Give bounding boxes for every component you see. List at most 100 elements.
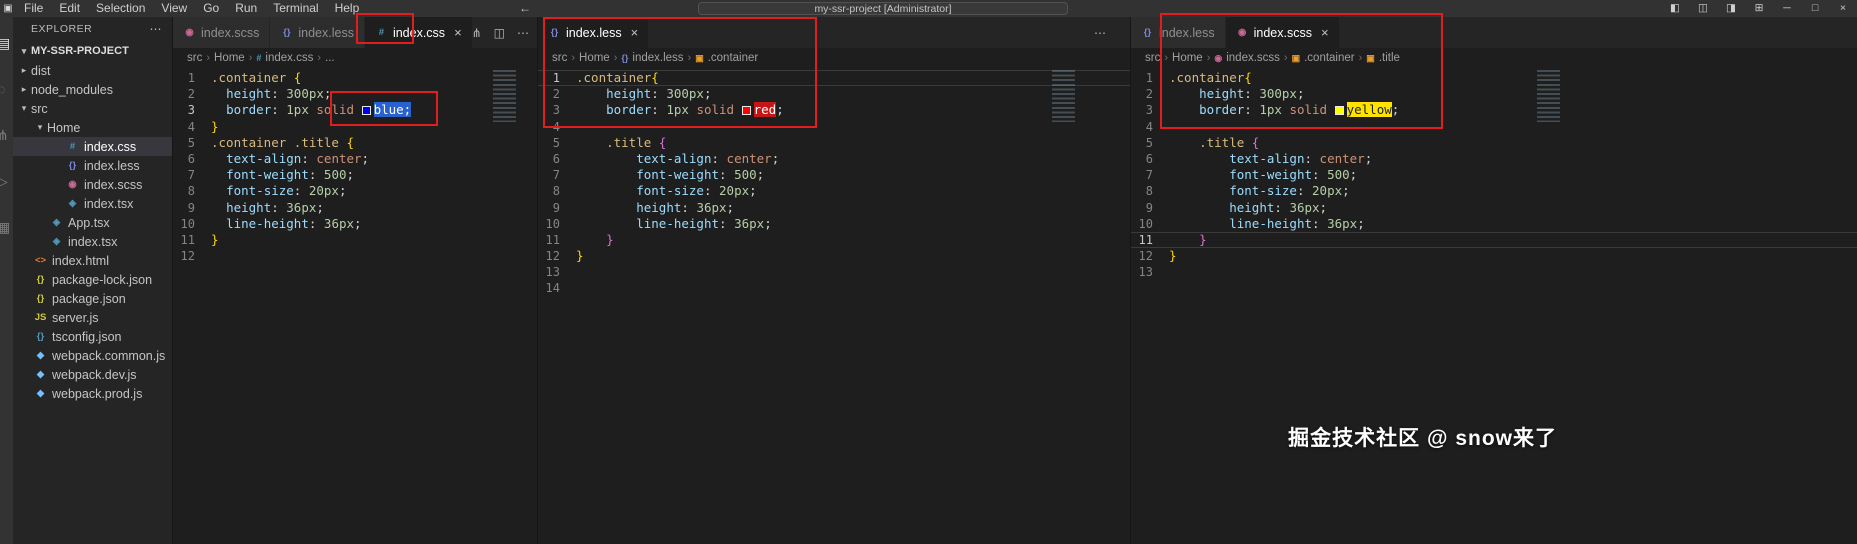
code-line[interactable]: 2 height: 300px; [173,86,537,102]
customize-layout-icon[interactable]: ⊞ [1745,0,1773,17]
file-webpack.prod.js[interactable]: ◆ webpack.prod.js [13,384,172,403]
code-line[interactable]: 12 [173,248,537,264]
code-line[interactable]: 3 border: 1px solid yellow; [1131,102,1857,118]
code-line[interactable]: 11 } [538,232,1130,248]
code-line[interactable]: 7 font-weight: 500; [173,167,537,183]
breadcrumb-item[interactable]: Home [1172,52,1203,64]
menu-run[interactable]: Run [227,0,265,17]
code-line[interactable]: 13 [538,264,1130,280]
menu-edit[interactable]: Edit [51,0,88,17]
code-line[interactable]: 14 [538,280,1130,296]
code-line[interactable]: 11} [173,232,537,248]
minimap[interactable] [1052,70,1080,122]
code-line[interactable]: 1 .container { [173,70,537,86]
code-line[interactable]: 2 height: 300px; [538,86,1130,102]
code-line[interactable]: 10 line-height: 36px; [1131,216,1857,232]
tab-index.less[interactable]: {} index.less [270,17,365,48]
file-package-lock.json[interactable]: {} package-lock.json [13,270,172,289]
minimap[interactable] [493,70,521,122]
layout-sidebar-left-icon[interactable]: ◧ [1661,0,1689,17]
file-webpack.dev.js[interactable]: ◆ webpack.dev.js [13,365,172,384]
code-line[interactable]: 4 [538,119,1130,135]
file-index.html[interactable]: <> index.html [13,251,172,270]
tab-index.css[interactable]: # index.css × [364,17,473,48]
code-line[interactable]: 9 height: 36px; [173,200,537,216]
file-index.css[interactable]: # index.css [13,137,172,156]
code-line[interactable]: 8 font-size: 20px; [173,183,537,199]
code-line[interactable]: 4 [1131,119,1857,135]
file-App.tsx[interactable]: ◈ App.tsx [13,213,172,232]
breadcrumb-item[interactable]: ... [325,52,335,64]
code-line[interactable]: 9 height: 36px; [1131,200,1857,216]
breadcrumb-item[interactable]: Home [579,52,610,64]
close-tab-icon[interactable]: × [454,25,462,40]
tab-index.scss[interactable]: ◉ index.scss × [1225,17,1340,48]
code-line[interactable]: 8 font-size: 20px; [538,183,1130,199]
code-line[interactable]: 7 font-weight: 500; [538,167,1130,183]
code-line[interactable]: 12} [1131,248,1857,264]
code-line[interactable]: 6 text-align: center; [173,151,537,167]
close-tab-icon[interactable]: × [631,25,639,40]
file-tsconfig.json[interactable]: {} tsconfig.json [13,327,172,346]
code-line[interactable]: 6 text-align: center; [538,151,1130,167]
code-line[interactable]: 5 .title { [1131,135,1857,151]
open-changes-icon[interactable]: ⋔ [472,26,482,40]
folder-dist[interactable]: ▸ dist [13,61,172,80]
tab-index.less[interactable]: {} index.less × [538,17,650,48]
minimize-icon[interactable]: ─ [1773,0,1801,17]
menu-help[interactable]: Help [327,0,368,17]
code-line[interactable]: 5 .container .title { [173,135,537,151]
code-line[interactable]: 10 line-height: 36px; [173,216,537,232]
menu-view[interactable]: View [153,0,195,17]
source-control-icon[interactable]: ⋔ [0,127,13,173]
folder-Home[interactable]: ▾ Home [13,118,172,137]
breadcrumb-item[interactable]: src [187,52,202,64]
menu-terminal[interactable]: Terminal [265,0,326,17]
folder-node_modules[interactable]: ▸ node_modules [13,80,172,99]
file-server.js[interactable]: JS server.js [13,308,172,327]
extensions-icon[interactable]: ▦ [0,219,13,265]
code-line[interactable]: 6 text-align: center; [1131,151,1857,167]
code-line[interactable]: 1 .container{ [1131,70,1857,86]
menu-selection[interactable]: Selection [88,0,153,17]
code-line[interactable]: 4} [173,119,537,135]
file-index.tsx[interactable]: ◈ index.tsx [13,194,172,213]
more-actions-icon[interactable]: ⋯ [1094,26,1106,40]
file-index.scss[interactable]: ◉ index.scss [13,175,172,194]
maximize-icon[interactable]: □ [1801,0,1829,17]
close-tab-icon[interactable]: × [1321,25,1329,40]
file-index.tsx[interactable]: ◈ index.tsx [13,232,172,251]
code-line[interactable]: 3 border: 1px solid blue; [173,102,537,118]
breadcrumb-item[interactable]: ▣ .container [695,52,758,64]
breadcrumb-item[interactable]: ▣ .title [1366,52,1400,64]
breadcrumb-item[interactable]: Home [214,52,245,64]
file-webpack.common.js[interactable]: ◆ webpack.common.js [13,346,172,365]
close-icon[interactable]: × [1829,0,1857,17]
code-line[interactable]: 2 height: 300px; [1131,86,1857,102]
breadcrumb-item[interactable]: src [552,52,567,64]
more-actions-icon[interactable]: ⋯ [150,22,163,36]
code-line[interactable]: 3 border: 1px solid red; [538,102,1130,118]
code-line[interactable]: 1 .container{ [538,70,1130,86]
breadcrumb-item[interactable]: ◉ index.scss [1214,52,1280,64]
tab-index.scss[interactable]: ◉ index.scss [173,17,271,48]
code-line[interactable]: 13 [1131,264,1857,280]
menu-go[interactable]: Go [195,0,227,17]
code-line[interactable]: 12} [538,248,1130,264]
explorer-icon[interactable]: ▤ [0,35,13,81]
file-index.less[interactable]: {} index.less [13,156,172,175]
navigate-back-icon[interactable]: ← [519,0,531,17]
layout-sidebar-right-icon[interactable]: ◨ [1717,0,1745,17]
folder-src[interactable]: ▾ src [13,99,172,118]
command-center[interactable]: my-ssr-project [Administrator] [698,2,1068,15]
breadcrumb-item[interactable]: src [1145,52,1160,64]
workspace-root[interactable]: ▾ MY-SSR-PROJECT [13,41,172,61]
code-line[interactable]: 7 font-weight: 500; [1131,167,1857,183]
tab-index.less[interactable]: {} index.less [1131,17,1226,48]
code-line[interactable]: 10 line-height: 36px; [538,216,1130,232]
layout-panel-icon[interactable]: ◫ [1689,0,1717,17]
file-package.json[interactable]: {} package.json [13,289,172,308]
breadcrumb-item[interactable]: # index.css [256,52,313,64]
code-line[interactable]: 8 font-size: 20px; [1131,183,1857,199]
run-debug-icon[interactable]: ▷ [0,173,13,219]
